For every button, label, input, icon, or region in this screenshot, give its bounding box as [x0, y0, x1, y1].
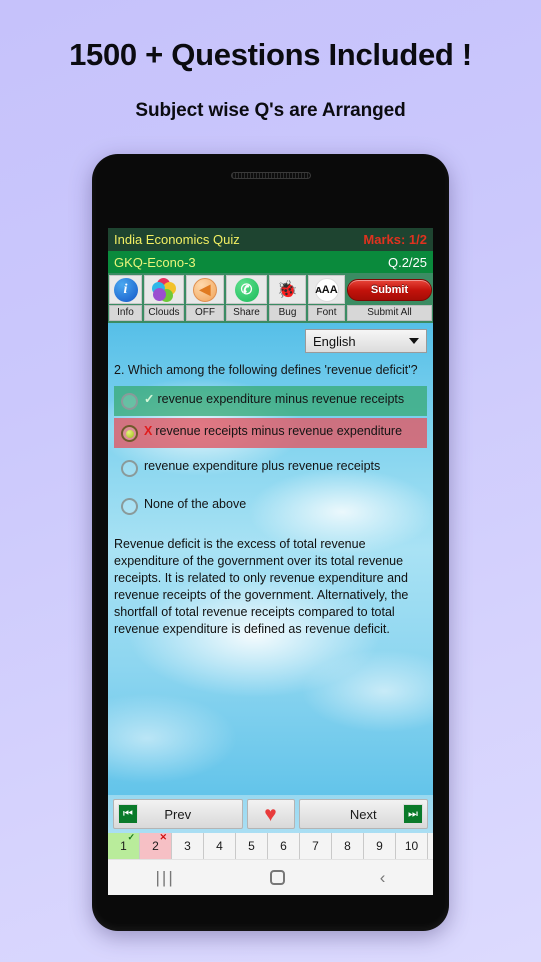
page-title: 1500 + Questions Included !: [69, 37, 472, 72]
bug-icon: 🐞: [276, 280, 299, 299]
question-number-label: 3: [184, 839, 191, 853]
info-icon: i: [113, 277, 138, 302]
heart-icon: ♥: [264, 802, 277, 826]
question-number-label: 1: [120, 839, 127, 853]
radio-button[interactable]: [121, 393, 138, 411]
first-question-icon: ⏮: [118, 804, 138, 824]
question-number-item[interactable]: 11: [428, 833, 433, 859]
prev-button[interactable]: ⏮ Prev: [113, 799, 243, 829]
radio-button[interactable]: [121, 498, 138, 516]
toolbar-item-font[interactable]: ᴀAA: [308, 275, 345, 304]
toolbar-label-font: Font: [308, 305, 345, 321]
option-item[interactable]: ✓ revenue expenditure minus revenue recei…: [114, 386, 427, 417]
app-screen: India Economics Quiz Marks: 1/2 GKQ-Econ…: [108, 228, 433, 895]
phone-top-bezel: [92, 154, 449, 218]
question-counter: Q.2/25: [387, 254, 427, 270]
question-number-strip: 1✓ 2✕ 3 4 5 6 7 8 9 10 11 12: [108, 833, 433, 859]
question-number-item[interactable]: 4: [204, 833, 236, 859]
radio-button[interactable]: [121, 460, 138, 478]
option-label: Xrevenue receipts minus revenue expendit…: [144, 424, 402, 440]
answered-wrong-icon: ✕: [159, 833, 167, 842]
option-item[interactable]: None of the above: [114, 488, 427, 524]
option-item[interactable]: revenue expenditure plus revenue receipt…: [114, 450, 427, 486]
font-size-icon: ᴀAA: [314, 277, 339, 302]
question-number-label: 4: [216, 839, 223, 853]
question-number-item[interactable]: 10: [396, 833, 428, 859]
toolbar-item-info[interactable]: i: [109, 275, 142, 304]
next-button[interactable]: Next ⏭: [298, 799, 428, 829]
page-subtitle: Subject wise Q's are Arranged: [135, 100, 406, 122]
option-label: ✓ revenue expenditure minus revenue recei…: [144, 392, 404, 408]
question-number-item[interactable]: 2 ✕: [140, 833, 172, 859]
toolbar-item-sound-off[interactable]: ◀: [186, 275, 224, 304]
question-number-item[interactable]: 1 ✓: [108, 833, 140, 859]
phone-mockup: India Economics Quiz Marks: 1/2 GKQ-Econ…: [92, 154, 449, 931]
option-item[interactable]: Xrevenue receipts minus revenue expendit…: [114, 418, 427, 449]
option-text: revenue expenditure plus revenue receipt…: [144, 459, 381, 474]
quiz-code-label: GKQ-Econo-3: [114, 254, 196, 270]
question-number-item[interactable]: 3: [172, 833, 204, 859]
share-whatsapp-icon: ✆: [234, 277, 259, 302]
question-number-item[interactable]: 7: [300, 833, 332, 859]
submit-button[interactable]: Submit: [347, 278, 432, 301]
sound-off-icon: ◀: [193, 277, 217, 302]
app-header-sub: GKQ-Econo-3 Q.2/25: [108, 251, 433, 273]
toolbar-label-submit-all: Submit All: [347, 305, 432, 321]
last-question-icon: ⏭: [403, 804, 423, 824]
question-number-item[interactable]: 5: [236, 833, 268, 859]
question-number-label: 6: [280, 839, 287, 853]
explanation-text: Revenue deficit is the excess of total r…: [114, 537, 409, 637]
earpiece-speaker-icon: [230, 172, 311, 179]
app-header-top: India Economics Quiz Marks: 1/2: [108, 228, 433, 251]
language-row: English: [114, 329, 427, 353]
question-number-item[interactable]: 6: [268, 833, 300, 859]
question-number-label: 7: [312, 839, 319, 853]
recents-icon[interactable]: |||: [156, 868, 175, 888]
chevron-down-icon: [409, 338, 419, 344]
toolbar-item-bug[interactable]: 🐞: [269, 275, 306, 304]
favorite-button[interactable]: ♥: [246, 799, 295, 829]
language-selected-value: English: [313, 333, 356, 349]
quiz-content: English 2. Which among the following def…: [108, 323, 433, 795]
next-button-label: Next: [349, 806, 377, 822]
option-text: revenue expenditure minus revenue receip…: [157, 392, 405, 407]
toolbar-label-share: Share: [226, 305, 267, 321]
toolbar-label-clouds: Clouds: [144, 305, 184, 321]
app-toolbar: i ◀ ✆ 🐞 ᴀAA Submit: [108, 273, 433, 304]
toolbar-label-bug: Bug: [269, 305, 306, 321]
answer-options: ✓ revenue expenditure minus revenue recei…: [114, 386, 427, 524]
toolbar-item-share[interactable]: ✆: [226, 275, 267, 304]
marks-label: Marks: 1/2: [363, 232, 427, 247]
option-text: revenue receipts minus revenue expenditu…: [155, 424, 403, 439]
quiz-navigation-bar: ⏮ Prev ♥ Next ⏭: [108, 795, 433, 833]
wrong-cross-icon: X: [144, 424, 153, 439]
question-number-item[interactable]: 8: [332, 833, 364, 859]
prev-button-label: Prev: [164, 806, 192, 822]
back-icon[interactable]: ‹: [380, 868, 386, 888]
correct-tick-icon: ✓: [144, 392, 155, 407]
question-number-label: 8: [344, 839, 351, 853]
android-navigation-bar: ||| ‹: [108, 859, 433, 895]
promo-header: 1500 + Questions Included ! Subject wise…: [0, 0, 541, 122]
question-number-item[interactable]: 9: [364, 833, 396, 859]
option-text: None of the above: [144, 497, 247, 512]
toolbar-label-info: Info: [109, 305, 142, 321]
question-number-label: 5: [248, 839, 255, 853]
toolbar-labels: Info Clouds OFF Share Bug Font Submit Al…: [108, 304, 433, 323]
clouds-icon: [152, 277, 176, 302]
toolbar-label-off: OFF: [186, 305, 224, 321]
app-title: India Economics Quiz: [114, 232, 240, 247]
language-select[interactable]: English: [305, 329, 427, 353]
question-number-label: 2: [152, 839, 159, 853]
toolbar-item-clouds[interactable]: [144, 275, 184, 304]
question-number-label: 9: [376, 839, 383, 853]
radio-button[interactable]: [121, 425, 138, 443]
toolbar-item-submit[interactable]: Submit: [347, 275, 432, 304]
question-number-label: 10: [404, 839, 419, 853]
home-icon[interactable]: [269, 870, 285, 885]
question-text: 2. Which among the following defines 're…: [114, 363, 418, 377]
answered-correct-icon: ✓: [127, 833, 135, 842]
